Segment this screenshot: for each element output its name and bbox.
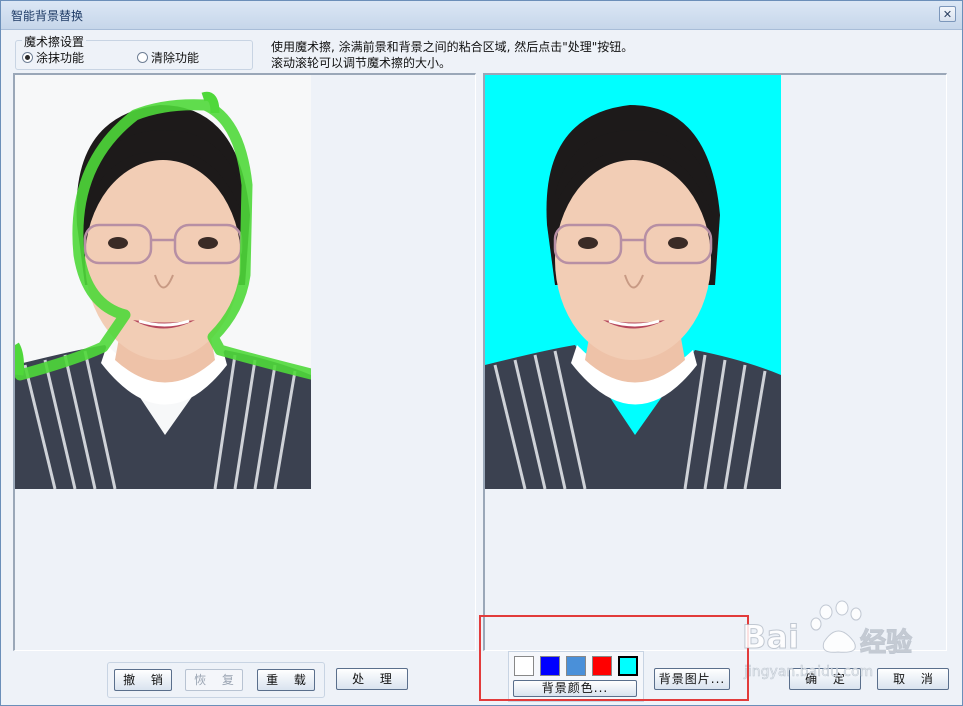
redo-button[interactable]: 恢 复 — [185, 669, 243, 691]
instruction-line-2: 滚动滚轮可以调节魔术擦的大小。 — [271, 56, 452, 70]
swatch-light-blue[interactable] — [566, 656, 586, 676]
title-bar[interactable]: 智能背景替换 ✕ — [1, 1, 962, 30]
instructions: 使用魔术擦, 涂满前景和背景之间的粘合区域, 然后点击"处理"按钮。 滚动滚轮可… — [271, 39, 633, 71]
source-canvas[interactable] — [13, 73, 476, 651]
swatch-cyan[interactable] — [618, 656, 638, 676]
background-image-button[interactable]: 背景图片... — [654, 668, 730, 690]
preview-photo — [485, 75, 781, 489]
radio-erase-label: 清除功能 — [151, 51, 200, 65]
radio-paint-indicator[interactable] — [22, 52, 33, 63]
instruction-line-1: 使用魔术擦, 涂满前景和背景之间的粘合区域, 然后点击"处理"按钮。 — [271, 40, 634, 54]
swatch-blue[interactable] — [540, 656, 560, 676]
dialog-content: 魔术擦设置 涂抹功能 清除功能 使用魔术擦, 涂满前景和背景之间的粘合区域, 然… — [1, 30, 962, 705]
close-button[interactable]: ✕ — [939, 6, 956, 22]
dialog-window: 智能背景替换 ✕ 魔术擦设置 涂抹功能 清除功能 使用魔术擦, 涂满前景和背景之… — [0, 0, 963, 706]
swatch-white[interactable] — [514, 656, 534, 676]
source-portrait-image — [15, 75, 311, 489]
background-color-button[interactable]: 背景颜色... — [513, 680, 637, 697]
ok-button[interactable]: 确 定 — [789, 668, 861, 690]
source-photo[interactable] — [15, 75, 311, 489]
edit-button-group: 撤 销 恢 复 重 载 — [107, 662, 325, 698]
window-title: 智能背景替换 — [11, 9, 84, 23]
preview-canvas — [483, 73, 947, 651]
reload-button[interactable]: 重 载 — [257, 669, 315, 691]
radio-erase-indicator[interactable] — [137, 52, 148, 63]
brush-settings-title: 魔术擦设置 — [22, 33, 87, 50]
radio-paint[interactable]: 涂抹功能 — [22, 49, 84, 66]
radio-paint-label: 涂抹功能 — [36, 51, 85, 65]
close-icon: ✕ — [942, 8, 953, 21]
undo-button[interactable]: 撤 销 — [114, 669, 172, 691]
process-button[interactable]: 处 理 — [336, 668, 408, 690]
brush-settings-group: 魔术擦设置 涂抹功能 清除功能 — [15, 33, 253, 70]
background-color-group: 背景颜色... — [508, 651, 644, 702]
cancel-button[interactable]: 取 消 — [877, 668, 949, 690]
preview-portrait-image — [485, 75, 781, 489]
radio-erase[interactable]: 清除功能 — [137, 49, 199, 66]
swatch-red[interactable] — [592, 656, 612, 676]
